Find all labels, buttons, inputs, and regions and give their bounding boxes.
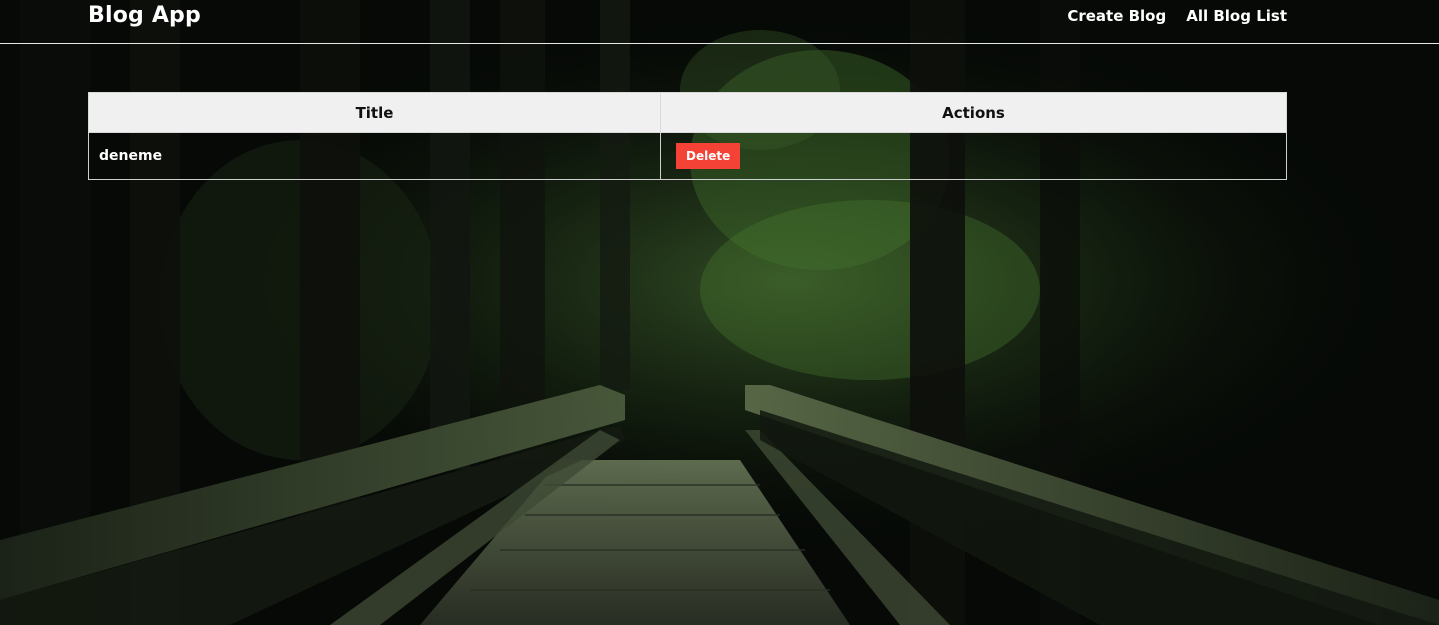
blog-list-table-container: Title Actions deneme Delete bbox=[88, 92, 1287, 180]
navbar: Blog App Create Blog All Blog List bbox=[0, 0, 1439, 44]
blog-list-table: Title Actions deneme Delete bbox=[88, 92, 1287, 180]
brand-logo-link[interactable]: Blog App bbox=[88, 3, 201, 28]
nav-link-all-blog-list[interactable]: All Blog List bbox=[1186, 7, 1287, 25]
table-header-row: Title Actions bbox=[88, 92, 1287, 133]
nav-link-create-blog[interactable]: Create Blog bbox=[1067, 7, 1166, 25]
blog-actions-cell: Delete bbox=[660, 132, 1287, 180]
nav-links: Create Blog All Blog List bbox=[1067, 7, 1287, 25]
column-header-actions: Actions bbox=[660, 92, 1287, 133]
column-header-title: Title bbox=[88, 92, 661, 133]
delete-button[interactable]: Delete bbox=[676, 143, 741, 169]
table-row: deneme Delete bbox=[88, 132, 1287, 180]
blog-title-cell: deneme bbox=[88, 132, 661, 180]
